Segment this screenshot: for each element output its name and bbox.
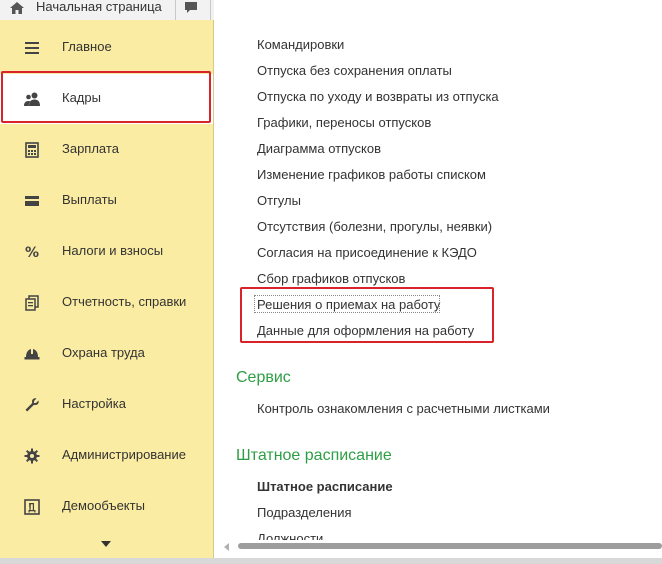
section-title-service: Сервис [236, 369, 291, 386]
link-parental-leave[interactable]: Отпуска по уходу и возвраты из отпуска [257, 89, 499, 105]
sidebar-item-label: Настройка [62, 396, 126, 411]
link-time-off[interactable]: Отгулы [257, 193, 301, 209]
sidebar-item-hr[interactable]: Кадры [0, 74, 213, 124]
sidebar-item-label: Охрана труда [62, 345, 145, 360]
link-work-schedule-changes[interactable]: Изменение графиков работы списком [257, 167, 486, 183]
hard-hat-icon [24, 348, 40, 360]
link-staffing-table[interactable]: Штатное расписание [257, 479, 393, 495]
link-business-trips[interactable]: Командировки [257, 37, 344, 53]
sidebar-item-taxes[interactable]: % Налоги и взносы [0, 227, 213, 277]
link-vacation-chart[interactable]: Диаграмма отпусков [257, 141, 381, 157]
sidebar-item-reports[interactable]: Отчетность, справки [0, 278, 213, 328]
sidebar-item-label: Администрирование [62, 447, 186, 462]
sidebar-item-demo-objects[interactable]: Демообъекты [0, 482, 213, 532]
sidebar-item-main[interactable]: Главное [0, 23, 213, 73]
documents-icon [25, 295, 39, 311]
sections-sidebar: Главное Кадры Зарплата Выплаты % Налоги … [0, 20, 214, 558]
sidebar-item-labor-safety[interactable]: Охрана труда [0, 329, 213, 379]
link-payslip-acknowledgement[interactable]: Контроль ознакомления с расчетными листк… [257, 401, 550, 417]
tab-home[interactable]: Начальная страница [0, 0, 176, 20]
calculator-icon [25, 142, 39, 158]
link-departments[interactable]: Подразделения [257, 505, 352, 521]
wallet-icon [25, 196, 39, 206]
scroll-left-icon[interactable] [224, 543, 229, 551]
link-hiring-data[interactable]: Данные для оформления на работу [257, 323, 474, 339]
top-tab-bar: Начальная страница [0, 0, 214, 21]
horizontal-scrollbar[interactable] [214, 540, 662, 552]
link-vacation-schedule-collection[interactable]: Сбор графиков отпусков [257, 271, 405, 287]
wrench-icon [25, 398, 39, 412]
sidebar-scroll-down-icon[interactable] [101, 541, 111, 547]
bottom-border [0, 558, 662, 564]
sidebar-item-payments[interactable]: Выплаты [0, 176, 213, 226]
demo-d-icon [24, 499, 40, 515]
sidebar-item-label: Зарплата [62, 141, 119, 156]
sidebar-item-label: Налоги и взносы [62, 243, 164, 258]
percent-icon: % [25, 245, 39, 260]
link-kedo-consents[interactable]: Согласия на присоединение к КЭДО [257, 245, 477, 261]
link-positions[interactable]: Должности [257, 531, 323, 540]
sidebar-item-label: Кадры [62, 90, 101, 105]
link-vacation-schedules[interactable]: Графики, переносы отпусков [257, 115, 431, 131]
svg-text:%: % [25, 245, 39, 260]
users-icon [24, 92, 40, 106]
link-absences[interactable]: Отсутствия (болезни, прогулы, неявки) [257, 219, 492, 235]
chat-icon[interactable] [184, 1, 198, 15]
sidebar-item-salary[interactable]: Зарплата [0, 125, 213, 175]
gear-icon [24, 448, 40, 464]
sidebar-item-label: Отчетность, справки [62, 294, 187, 309]
link-hiring-decisions[interactable]: Решения о приемах на работу [257, 297, 440, 313]
sidebar-item-label: Выплаты [62, 192, 117, 207]
menu-lines-icon [25, 42, 39, 54]
section-title-staffing: Штатное расписание [236, 447, 392, 464]
sidebar-item-settings[interactable]: Настройка [0, 380, 213, 430]
home-icon [10, 2, 24, 14]
section-content: Командировки Отпуска без сохранения опла… [214, 0, 662, 540]
scrollbar-thumb[interactable] [238, 543, 662, 549]
sidebar-item-label: Демообъекты [62, 498, 145, 513]
link-unpaid-leave[interactable]: Отпуска без сохранения оплаты [257, 63, 452, 79]
tab-separator [210, 0, 211, 20]
sidebar-item-administration[interactable]: Администрирование [0, 431, 213, 481]
tab-home-label: Начальная страница [36, 0, 162, 14]
app-window: Начальная страница Главное Кадры Зарплат… [0, 0, 662, 564]
sidebar-item-label: Главное [62, 39, 112, 54]
